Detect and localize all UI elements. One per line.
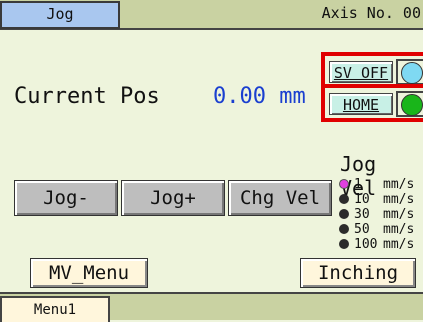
servo-off-button[interactable]: SV OFF [329, 61, 393, 83]
servo-lamp-frame [396, 59, 423, 85]
home-control-group: HOME [321, 84, 423, 122]
velocity-value: 50 [354, 222, 370, 237]
velocity-unit: mm/s [383, 192, 415, 207]
velocity-unit: mm/s [383, 237, 415, 252]
home-label: HOME [342, 96, 380, 114]
current-position-value: 0.00 mm [213, 84, 306, 109]
velocity-unit: mm/s [383, 222, 415, 237]
current-position-label: Current Pos [14, 84, 160, 109]
jog-minus-button[interactable]: Jog- [14, 180, 118, 216]
change-velocity-button[interactable]: Chg Vel [228, 180, 332, 216]
velocity-unit: mm/s [383, 207, 415, 222]
velocity-value: 30 [354, 207, 370, 222]
radio-dot-icon [339, 209, 349, 219]
velocity-option-50[interactable]: 50 mm/s [339, 222, 423, 237]
inching-button[interactable]: Inching [300, 258, 416, 288]
mv-menu-button[interactable]: MV_Menu [30, 258, 148, 288]
home-button[interactable]: HOME [329, 93, 393, 115]
radio-dot-icon [339, 179, 349, 189]
home-lamp-frame [396, 91, 423, 117]
velocity-value: 1 [354, 177, 362, 192]
jog-plus-button[interactable]: Jog+ [121, 180, 225, 216]
bottom-bar: Menu1 [0, 292, 423, 322]
velocity-option-30[interactable]: 30 mm/s [339, 207, 423, 222]
velocity-option-1[interactable]: 1 mm/s [339, 177, 423, 192]
radio-dot-icon [339, 239, 349, 249]
servo-status-lamp [401, 62, 423, 84]
tab-menu1[interactable]: Menu1 [0, 296, 110, 322]
axis-number-label: Axis No. 00 [321, 4, 421, 22]
velocity-option-100[interactable]: 100 mm/s [339, 237, 423, 252]
home-status-lamp [401, 94, 423, 116]
top-bar: Jog Axis No. 00 [0, 0, 423, 30]
radio-dot-icon [339, 194, 349, 204]
velocity-value: 10 [354, 192, 370, 207]
radio-dot-icon [339, 224, 349, 234]
velocity-value: 100 [354, 237, 378, 252]
velocity-unit: mm/s [383, 177, 415, 192]
servo-off-label: SV OFF [333, 64, 389, 82]
tab-jog[interactable]: Jog [0, 1, 120, 29]
velocity-option-10[interactable]: 10 mm/s [339, 192, 423, 207]
